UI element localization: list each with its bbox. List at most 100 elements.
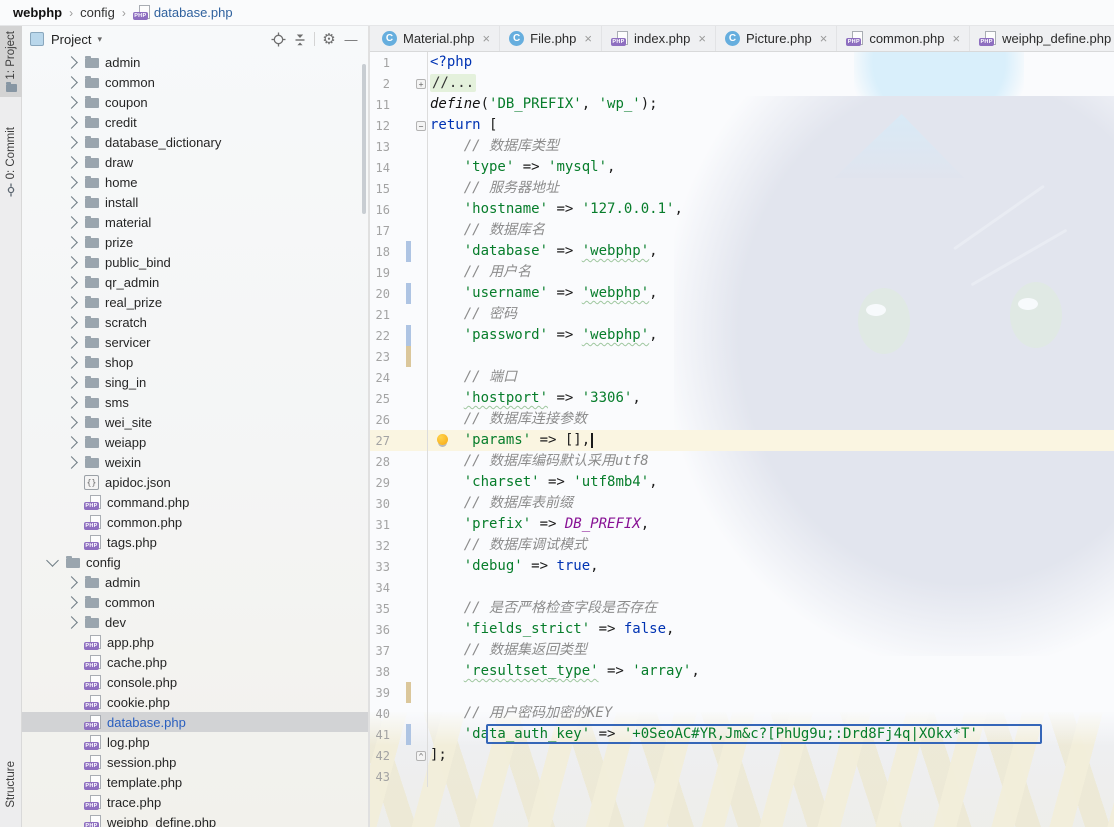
tree-item-sms[interactable]: sms <box>22 392 368 412</box>
code-line-text[interactable]: 'params' => [], <box>427 430 1114 451</box>
tree-item-log.php[interactable]: PHP log.php <box>22 732 368 752</box>
code-line-text[interactable]: // 端口 <box>427 367 1114 388</box>
tab-common.php[interactable]: PHP common.php × <box>837 26 971 51</box>
chevron-right-icon[interactable] <box>65 75 78 89</box>
tree-item-wei_site[interactable]: wei_site <box>22 412 368 432</box>
line-number[interactable]: 21 <box>370 308 390 322</box>
code-line-text[interactable]: return [ <box>427 115 1114 136</box>
tab-close-icon[interactable]: × <box>698 31 706 46</box>
tree-item-common[interactable]: common <box>22 592 368 612</box>
code-line-text[interactable]: 'hostport' => '3306', <box>427 388 1114 409</box>
breadcrumb-item-file[interactable]: PHP database.php <box>132 5 233 20</box>
line-number[interactable]: 12 <box>370 119 390 133</box>
line-number[interactable]: 33 <box>370 560 390 574</box>
intention-bulb-icon[interactable] <box>437 434 448 445</box>
line-number[interactable]: 19 <box>370 266 390 280</box>
line-number[interactable]: 35 <box>370 602 390 616</box>
tree-item-scratch[interactable]: scratch <box>22 312 368 332</box>
tree-item-install[interactable]: install <box>22 192 368 212</box>
tab-close-icon[interactable]: × <box>952 31 960 46</box>
code-line-text[interactable]: // 数据库名 <box>427 220 1114 241</box>
code-line-text[interactable]: define('DB_PREFIX', 'wp_'); <box>427 94 1114 115</box>
chevron-right-icon[interactable] <box>65 615 78 629</box>
line-number[interactable]: 38 <box>370 665 390 679</box>
tree-item-weiapp[interactable]: weiapp <box>22 432 368 452</box>
line-number[interactable]: 18 <box>370 245 390 259</box>
tree-item-shop[interactable]: shop <box>22 352 368 372</box>
chevron-right-icon[interactable] <box>65 435 78 449</box>
code-line-text[interactable]: 'data_auth_key' => '+0SeoAC#YR,Jm&c?[PhU… <box>427 724 1114 745</box>
tab-Picture.php[interactable]: C Picture.php × <box>716 26 838 51</box>
tree-item-database_dictionary[interactable]: database_dictionary <box>22 132 368 152</box>
code-line-text[interactable] <box>427 766 1114 787</box>
breadcrumb-item-project[interactable]: webphp <box>13 5 62 20</box>
line-number[interactable]: 22 <box>370 329 390 343</box>
code-line-text[interactable]: // 数据库类型 <box>427 136 1114 157</box>
chevron-right-icon[interactable] <box>65 155 78 169</box>
code-line-text[interactable] <box>427 346 1114 367</box>
code-line-text[interactable]: // 数据库表前缀 <box>427 493 1114 514</box>
chevron-right-icon[interactable] <box>65 315 78 329</box>
tree-item-tags.php[interactable]: PHP tags.php <box>22 532 368 552</box>
tool-window-tab-structure[interactable]: Structure <box>0 756 22 813</box>
tool-window-tab-project[interactable]: 1: Project <box>0 26 22 97</box>
line-number[interactable]: 16 <box>370 203 390 217</box>
tab-close-icon[interactable]: × <box>584 31 592 46</box>
code-line-text[interactable]: // 用户密码加密的KEY <box>427 703 1114 724</box>
tree-item-draw[interactable]: draw <box>22 152 368 172</box>
chevron-right-icon[interactable] <box>65 115 78 129</box>
code-line-text[interactable]: ]; <box>427 745 1114 766</box>
code-line-text[interactable]: //... <box>427 73 1114 94</box>
code-line-text[interactable]: 'fields_strict' => false, <box>427 619 1114 640</box>
line-number[interactable]: 26 <box>370 413 390 427</box>
tree-item-cache.php[interactable]: PHP cache.php <box>22 652 368 672</box>
breadcrumb-item-config[interactable]: config <box>80 5 115 20</box>
chevron-right-icon[interactable] <box>65 55 78 69</box>
chevron-right-icon[interactable] <box>65 215 78 229</box>
tab-weiphp_define.php[interactable]: PHPweiphp_define.php× <box>970 26 1114 51</box>
tree-item-real_prize[interactable]: real_prize <box>22 292 368 312</box>
line-number[interactable]: 2 <box>370 77 390 91</box>
line-number[interactable]: 31 <box>370 518 390 532</box>
line-number[interactable]: 39 <box>370 686 390 700</box>
line-number[interactable]: 13 <box>370 140 390 154</box>
code-line-text[interactable]: 'charset' => 'utf8mb4', <box>427 472 1114 493</box>
tool-window-tab-commit[interactable]: 0: Commit <box>0 122 22 202</box>
chevron-right-icon[interactable] <box>65 595 78 609</box>
chevron-right-icon[interactable] <box>65 575 78 589</box>
line-number[interactable]: 14 <box>370 161 390 175</box>
line-number[interactable]: 1 <box>370 56 390 70</box>
line-number[interactable]: 41 <box>370 728 390 742</box>
line-number[interactable]: 30 <box>370 497 390 511</box>
tree-item-material[interactable]: material <box>22 212 368 232</box>
fold-gutter[interactable]: ^ <box>415 745 427 766</box>
chevron-down-icon[interactable] <box>46 554 59 567</box>
tree-item-dev[interactable]: dev <box>22 612 368 632</box>
line-number[interactable]: 25 <box>370 392 390 406</box>
locate-file-button[interactable] <box>267 29 289 49</box>
code-line-text[interactable]: 'debug' => true, <box>427 556 1114 577</box>
code-line-text[interactable]: 'hostname' => '127.0.0.1', <box>427 199 1114 220</box>
code-line-text[interactable]: 'prefix' => DB_PREFIX, <box>427 514 1114 535</box>
code-line-text[interactable]: // 数据库编码默认采用utf8 <box>427 451 1114 472</box>
line-number[interactable]: 29 <box>370 476 390 490</box>
hide-panel-button[interactable]: — <box>340 29 362 49</box>
tree-item-trace.php[interactable]: PHP trace.php <box>22 792 368 812</box>
line-number[interactable]: 34 <box>370 581 390 595</box>
tree-item-weiphp_define.php[interactable]: PHP weiphp_define.php <box>22 812 368 827</box>
chevron-right-icon[interactable] <box>65 135 78 149</box>
tree-item-command.php[interactable]: PHP command.php <box>22 492 368 512</box>
settings-gear-icon[interactable]: ⚙ <box>318 29 340 49</box>
line-number[interactable]: 40 <box>370 707 390 721</box>
code-line-text[interactable]: 'database' => 'webphp', <box>427 241 1114 262</box>
tree-item-app.php[interactable]: PHP app.php <box>22 632 368 652</box>
fold-plus-icon[interactable]: + <box>416 78 426 89</box>
chevron-right-icon[interactable] <box>65 415 78 429</box>
chevron-right-icon[interactable] <box>65 335 78 349</box>
tree-item-console.php[interactable]: PHP console.php <box>22 672 368 692</box>
code-line-text[interactable]: // 服务器地址 <box>427 178 1114 199</box>
tree-item-qr_admin[interactable]: qr_admin <box>22 272 368 292</box>
tree-item-prize[interactable]: prize <box>22 232 368 252</box>
code-line-text[interactable]: // 数据库连接参数 <box>427 409 1114 430</box>
line-number[interactable]: 28 <box>370 455 390 469</box>
